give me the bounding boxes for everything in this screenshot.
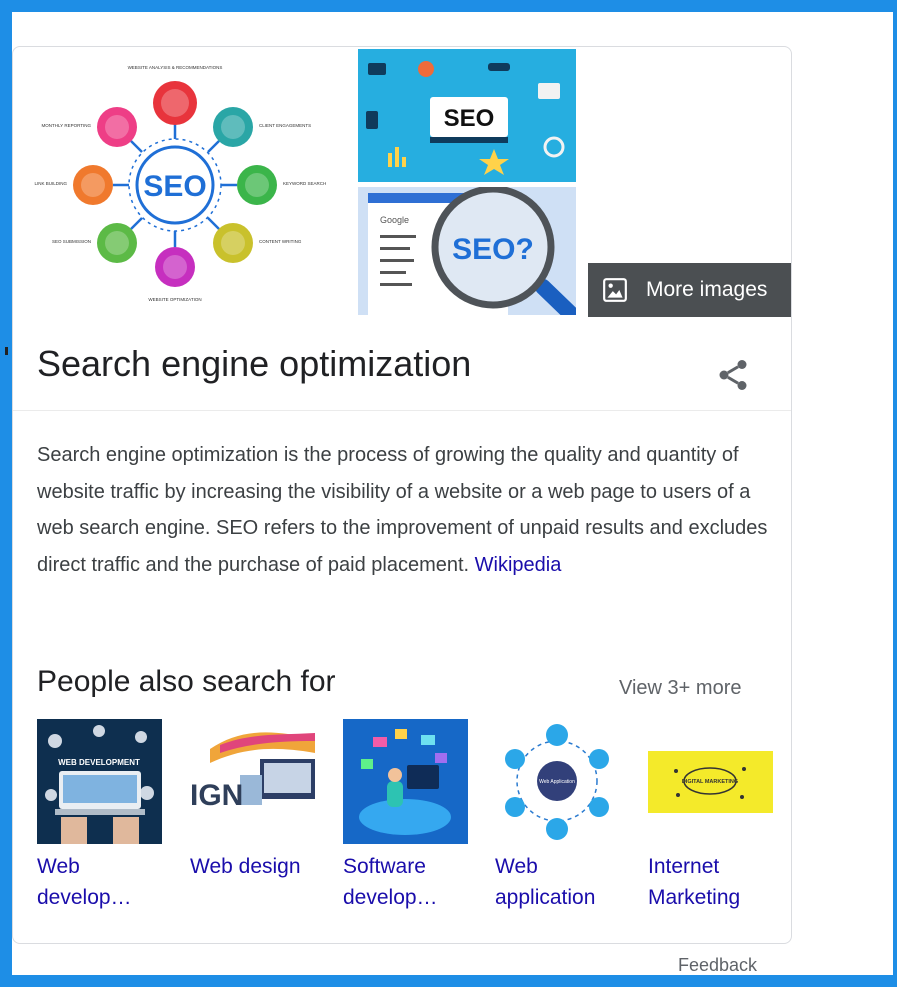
related-item-web-design[interactable]: IGN Web design xyxy=(190,719,315,882)
node-analysis xyxy=(153,81,197,125)
related-item-label: Web application xyxy=(495,855,596,909)
title-row: Search engine optimization xyxy=(13,319,791,411)
thumb-text: WEB DEVELOPMENT xyxy=(58,758,140,767)
related-item-label: Internet Marketing xyxy=(648,855,741,909)
node-client xyxy=(213,107,253,147)
node-submission xyxy=(97,223,137,263)
entity-description: Search engine optimization is the proces… xyxy=(37,437,777,583)
related-item-web-application[interactable]: Web Application Web application xyxy=(495,719,620,913)
people-also-search-title: People also search for xyxy=(37,665,336,698)
thumb-text: Web Application xyxy=(539,779,575,785)
related-thumbnail: Web Application xyxy=(495,719,620,844)
more-images-button[interactable]: More images xyxy=(588,263,791,317)
node-label: SEO SUBMISSION xyxy=(52,239,91,244)
node-label: KEYWORD SEARCH xyxy=(283,181,326,186)
node-reporting xyxy=(97,107,137,147)
seo-icons-label: SEO xyxy=(444,105,495,132)
thumb-text: IGN xyxy=(190,779,243,812)
related-item-web-development[interactable]: WEB DEVELOPMENT Web develop… xyxy=(37,719,162,913)
node-label: WEBSITE OPTIMIZATION xyxy=(148,297,201,302)
related-thumbnail: DIGITAL MARKETING xyxy=(648,719,773,844)
knowledge-panel: SEO WEBSITE ANALYSIS & RECOMMENDATIONS C… xyxy=(12,46,792,944)
node-keyword xyxy=(237,165,277,205)
seo-question-label: SEO? xyxy=(452,233,534,266)
node-content xyxy=(213,223,253,263)
share-icon[interactable] xyxy=(715,357,751,393)
more-images-label: More images xyxy=(646,278,768,301)
related-item-label: Web develop… xyxy=(37,855,132,909)
related-thumbnail: WEB DEVELOPMENT xyxy=(37,719,162,844)
view-more-link[interactable]: View 3+ more xyxy=(619,677,741,700)
node-label: CONTENT WRITING xyxy=(259,239,302,244)
related-item-internet-marketing[interactable]: DIGITAL MARKETING Internet Marketing xyxy=(648,719,773,913)
seo-icons-image[interactable]: SEO xyxy=(358,49,576,182)
entity-title: Search engine optimization xyxy=(37,343,472,384)
wikipedia-link[interactable]: Wikipedia xyxy=(475,554,562,576)
seo-magnifier-image[interactable]: Google SEO? xyxy=(358,187,576,315)
related-thumbnail xyxy=(343,719,468,844)
thumb-text: DIGITAL MARKETING xyxy=(682,779,738,785)
node-link-building xyxy=(73,165,113,205)
node-label: WEBSITE ANALYSIS & RECOMMENDATIONS xyxy=(128,65,223,70)
edge-mark xyxy=(5,347,8,355)
node-label: MONTHLY REPORTING xyxy=(41,123,91,128)
related-item-label: Web design xyxy=(190,855,301,878)
seo-diagram-center-text: SEO xyxy=(143,170,206,203)
seo-diagram-image[interactable]: SEO WEBSITE ANALYSIS & RECOMMENDATIONS C… xyxy=(25,55,355,317)
related-thumbnail: IGN xyxy=(190,719,315,844)
image-icon xyxy=(603,278,627,302)
node-label: CLIENT ENGAGEMENTS xyxy=(259,123,311,128)
feedback-link[interactable]: Feedback xyxy=(678,955,757,976)
related-item-software-development[interactable]: Software develop… xyxy=(343,719,468,913)
node-label: LINK BUILDING xyxy=(34,181,67,186)
search-brand-text: Google xyxy=(380,215,409,225)
related-item-label: Software develop… xyxy=(343,855,438,909)
description-text: Search engine optimization is the proces… xyxy=(37,444,768,576)
node-website-optimization xyxy=(155,247,195,287)
image-gallery: SEO WEBSITE ANALYSIS & RECOMMENDATIONS C… xyxy=(13,47,791,317)
